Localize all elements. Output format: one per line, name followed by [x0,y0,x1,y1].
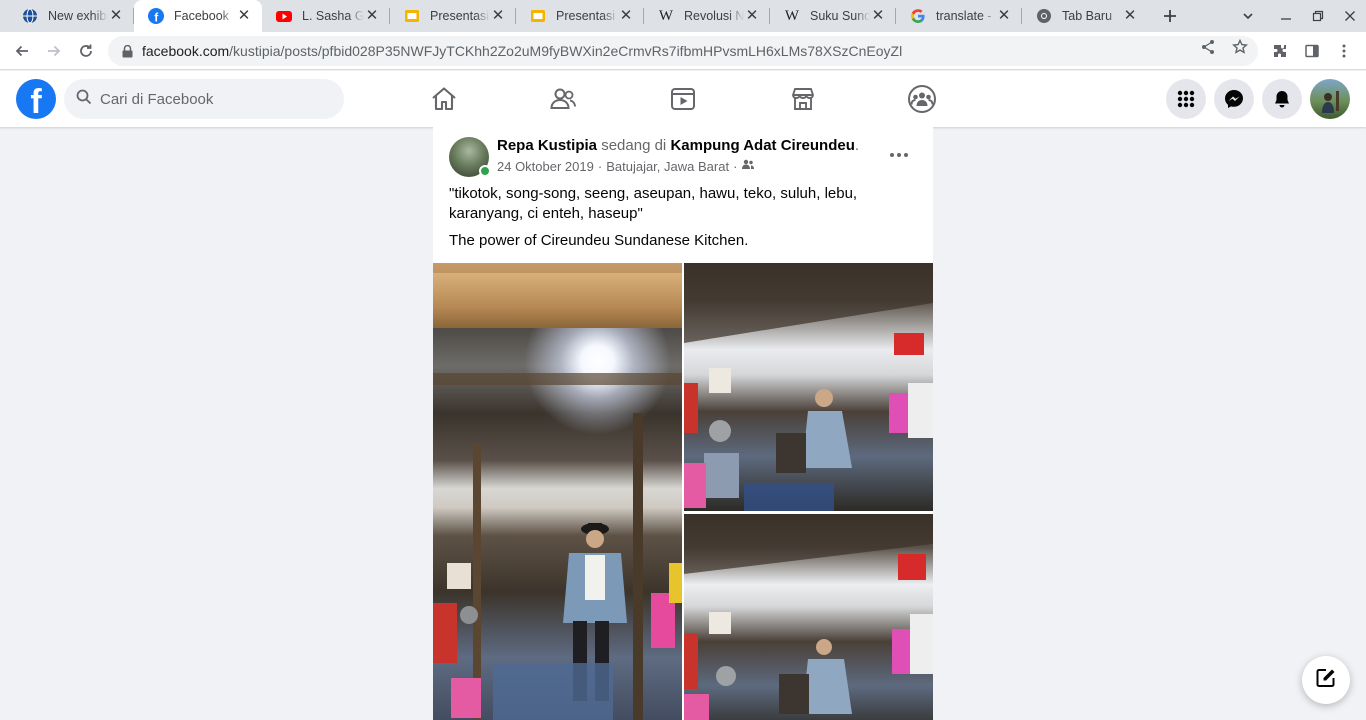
marketplace-icon[interactable] [787,83,819,115]
browser-toolbar: facebook.com/kustipia/posts/pfbid028P35N… [0,32,1366,70]
close-tab-icon[interactable]: ✕ [870,8,886,24]
post-photo[interactable] [433,263,682,720]
home-icon[interactable] [428,83,460,115]
browser-tab[interactable]: L. Sasha Go ✕ [262,0,390,32]
online-status-badge [479,165,491,177]
friends-icon[interactable] [547,83,579,115]
tab-search-icon[interactable] [1236,4,1260,28]
youtube-icon [276,8,292,24]
browser-tab-strip: New exhibit ✕ f Facebook ✕ L. Sasha Go ✕… [0,0,1366,32]
photo-scene [433,373,682,720]
post-date-link[interactable]: 24 Oktober 2019 [497,159,594,174]
search-icon [76,89,92,110]
tab-title: L. Sasha Go [302,9,364,23]
close-tab-icon[interactable]: ✕ [618,8,634,24]
post-photo[interactable] [684,514,933,720]
close-tab-icon[interactable]: ✕ [108,8,124,24]
more-options-icon[interactable] [885,141,913,169]
place-link[interactable]: Kampung Adat Cireundeu [670,137,854,154]
tab-title: New exhibit [48,9,108,23]
post-location-link[interactable]: Batujajar, Jawa Barat [606,159,729,174]
url-host: facebook.com [142,43,230,59]
post-meta: 24 Oktober 2019 · Batujajar, Jawa Barat … [497,159,755,174]
browser-tab[interactable]: New exhibit ✕ [8,0,134,32]
browser-tab[interactable]: W Suku Sunda ✕ [770,0,896,32]
close-tab-icon[interactable]: ✕ [1122,8,1138,24]
tab-title: Revolusi Na [684,9,744,23]
tab-title: Facebook [174,9,229,23]
friends-privacy-icon[interactable] [741,159,755,174]
meta-separator: · [733,159,738,174]
url-text[interactable]: facebook.com/kustipia/posts/pfbid028P35N… [142,43,902,59]
browser-tab[interactable]: Presentasi ✕ [516,0,644,32]
tab-title: Tab Baru [1062,9,1113,23]
browser-tab-active[interactable]: f Facebook ✕ [134,0,262,32]
messenger-icon[interactable] [1214,79,1254,119]
globe-icon [22,8,38,24]
menu-grid-icon[interactable] [1166,79,1206,119]
new-tab-icon[interactable] [1158,4,1182,28]
google-icon [910,8,926,24]
slides-icon [530,8,546,24]
lock-icon[interactable] [120,44,134,58]
photo-scene [684,514,933,720]
search-input[interactable] [100,90,320,108]
minimize-icon[interactable] [1274,4,1298,28]
post-text: "tikotok, song-song, seeng, aseupan, haw… [449,185,858,222]
wikipedia-icon: W [784,7,800,24]
back-icon[interactable] [10,39,34,63]
browser-tab[interactable]: W Revolusi Na ✕ [644,0,770,32]
checkin-text: sedang di [601,137,667,154]
extensions-puzzle-icon[interactable] [1268,39,1292,63]
account-avatar[interactable] [1310,79,1350,119]
close-window-icon[interactable] [1338,4,1362,28]
menu-kebab-icon[interactable] [1332,39,1356,63]
groups-icon[interactable] [906,83,938,115]
reload-icon[interactable] [74,39,98,63]
chrome-icon [1036,8,1052,24]
tab-title: Presentasi [430,9,490,23]
post-text: The power of Cireundeu Sundanese Kitchen… [449,232,749,249]
compose-edit-icon [1315,667,1337,694]
meta-separator: · [597,159,603,174]
watch-video-icon[interactable] [667,83,699,115]
browser-tab[interactable]: Presentasi ✕ [390,0,516,32]
post-header: Repa Kustipia sedang di Kampung Adat Cir… [497,137,860,154]
browser-tab[interactable]: Tab Baru ✕ [1022,0,1148,32]
bookmark-star-icon[interactable] [1232,39,1248,55]
facebook-search[interactable] [64,79,344,119]
wikipedia-icon: W [658,7,674,24]
forward-icon[interactable] [42,39,66,63]
post-photo[interactable] [684,263,933,511]
facebook-header: f [0,71,1366,127]
close-tab-icon[interactable]: ✕ [490,8,506,24]
side-panel-icon[interactable] [1300,39,1324,63]
close-tab-icon[interactable]: ✕ [236,8,252,24]
share-icon[interactable] [1200,39,1216,55]
restore-icon[interactable] [1306,4,1330,28]
tab-title: Suku Sunda [810,9,870,23]
browser-tab[interactable]: translate - F ✕ [896,0,1022,32]
post-card: Repa Kustipia sedang di Kampung Adat Cir… [433,127,933,720]
close-tab-icon[interactable]: ✕ [744,8,760,24]
url-path: /kustipia/posts/pfbid028P35NWFJyTCKhh2Zo… [229,43,903,59]
tab-title: Presentasi [556,9,616,23]
close-tab-icon[interactable]: ✕ [996,8,1012,24]
notifications-bell-icon[interactable] [1262,79,1302,119]
tab-title: translate - F [936,9,996,23]
author-name-link[interactable]: Repa Kustipia [497,137,597,154]
new-message-compose-button[interactable] [1302,656,1350,704]
photo-scene [684,263,933,511]
slides-icon [404,8,420,24]
facebook-icon: f [148,8,164,24]
address-bar[interactable]: facebook.com/kustipia/posts/pfbid028P35N… [108,36,1258,66]
close-tab-icon[interactable]: ✕ [364,8,380,24]
facebook-logo-icon[interactable]: f [16,79,56,119]
